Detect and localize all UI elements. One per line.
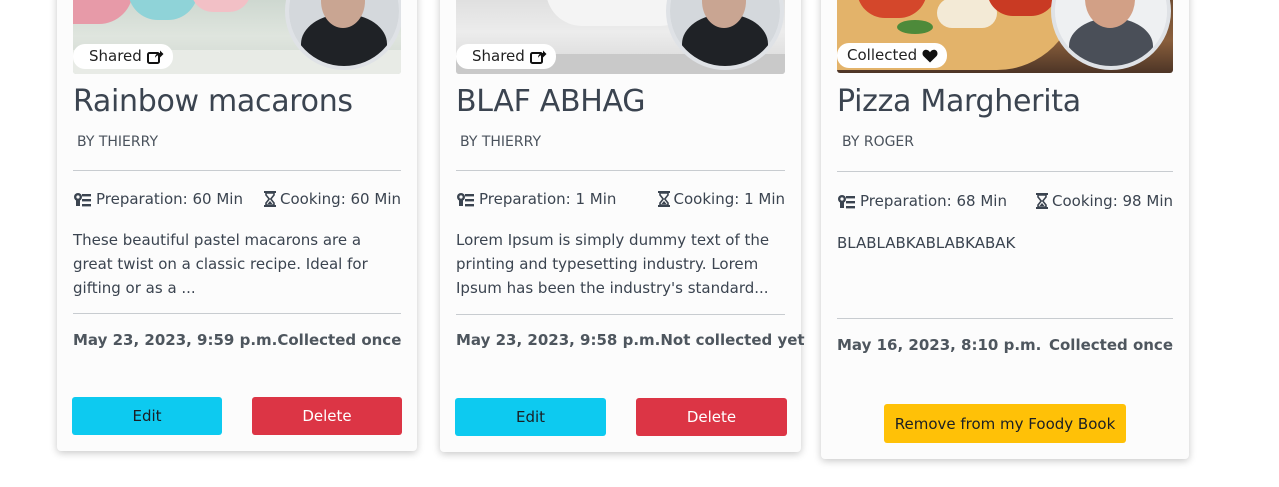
edit-button[interactable]: Edit (455, 398, 606, 436)
recipe-title[interactable]: Rainbow macarons (73, 84, 353, 119)
divider (456, 314, 785, 315)
recipe-image[interactable]: Collected (837, 0, 1173, 73)
share-square-icon (146, 50, 164, 64)
author-avatar (666, 0, 784, 70)
hourglass-icon (657, 191, 670, 207)
divider (837, 171, 1173, 172)
recipe-meta: May 23, 2023, 9:58 p.m. Not collected ye… (456, 331, 805, 349)
recipe-date: May 23, 2023, 9:59 p.m. (73, 331, 278, 349)
recipe-times: Preparation: 60 Min Cooking: 60 Min (73, 190, 401, 208)
badge-label: Shared (89, 47, 142, 65)
recipe-author: BY THIERRY (77, 134, 159, 150)
share-square-icon (529, 50, 547, 64)
recipe-description: These beautiful pastel macarons are a gr… (73, 231, 368, 297)
recipe-card: Collected Pizza Margherita BY ROGER Prep… (821, 0, 1189, 459)
hourglass-icon (263, 191, 276, 207)
divider (73, 170, 401, 171)
badge-label: Shared (472, 47, 525, 65)
recipe-image[interactable]: Shared (456, 0, 785, 74)
author-avatar (1051, 0, 1171, 70)
recipe-title[interactable]: BLAF ABHAG (456, 84, 646, 119)
preparation-time: Preparation: 68 Min (860, 192, 1007, 210)
recipe-times: Preparation: 68 Min Cooking: 98 Min (837, 192, 1173, 210)
cooking-time: Cooking: 98 Min (1051, 192, 1173, 210)
recipe-card: Shared Rainbow macarons BY THIERRY Prepa… (57, 0, 417, 451)
recipe-image[interactable]: Shared (73, 0, 401, 74)
recipe-author: BY THIERRY (460, 134, 542, 150)
recipe-times: Preparation: 1 Min Cooking: 1 Min (456, 190, 785, 208)
preparation-icon (457, 192, 474, 206)
collected-count: Collected once (277, 331, 402, 349)
divider (456, 170, 785, 171)
recipe-author: BY ROGER (842, 134, 915, 150)
preparation-time: Preparation: 60 Min (96, 190, 243, 208)
divider (73, 313, 401, 314)
recipe-meta: May 16, 2023, 8:10 p.m. Collected once (837, 336, 1173, 354)
collected-count: Collected once (1048, 336, 1173, 354)
recipe-date: May 16, 2023, 8:10 p.m. (837, 336, 1042, 354)
recipe-title[interactable]: Pizza Margherita (837, 84, 1081, 119)
recipe-date: May 23, 2023, 9:58 p.m. (456, 331, 661, 349)
collected-count: Not collected yet (660, 331, 805, 349)
recipe-meta: May 23, 2023, 9:59 p.m. Collected once (73, 331, 401, 349)
cooking-time: Cooking: 60 Min (279, 190, 401, 208)
recipe-description: BLABLABKABLABKABAK (837, 234, 1016, 252)
recipe-card: Shared BLAF ABHAG BY THIERRY Preparation… (440, 0, 805, 452)
delete-button[interactable]: Delete (636, 398, 787, 436)
divider (837, 318, 1173, 319)
delete-button[interactable]: Delete (252, 397, 402, 435)
shared-badge: Shared (73, 44, 173, 69)
cooking-time: Cooking: 1 Min (673, 190, 785, 208)
author-avatar (285, 0, 401, 70)
preparation-icon (74, 192, 91, 206)
hourglass-icon (1035, 193, 1048, 209)
badge-label: Collected (847, 46, 918, 64)
heart-icon (922, 49, 938, 62)
shared-badge: Shared (456, 44, 556, 69)
collected-badge: Collected (837, 43, 948, 68)
preparation-time: Preparation: 1 Min (479, 190, 617, 208)
recipe-description: Lorem Ipsum is simply dummy text of the … (456, 231, 770, 297)
edit-button[interactable]: Edit (72, 397, 222, 435)
preparation-icon (838, 194, 855, 208)
remove-from-foody-book-button[interactable]: Remove from my Foody Book (884, 404, 1126, 443)
